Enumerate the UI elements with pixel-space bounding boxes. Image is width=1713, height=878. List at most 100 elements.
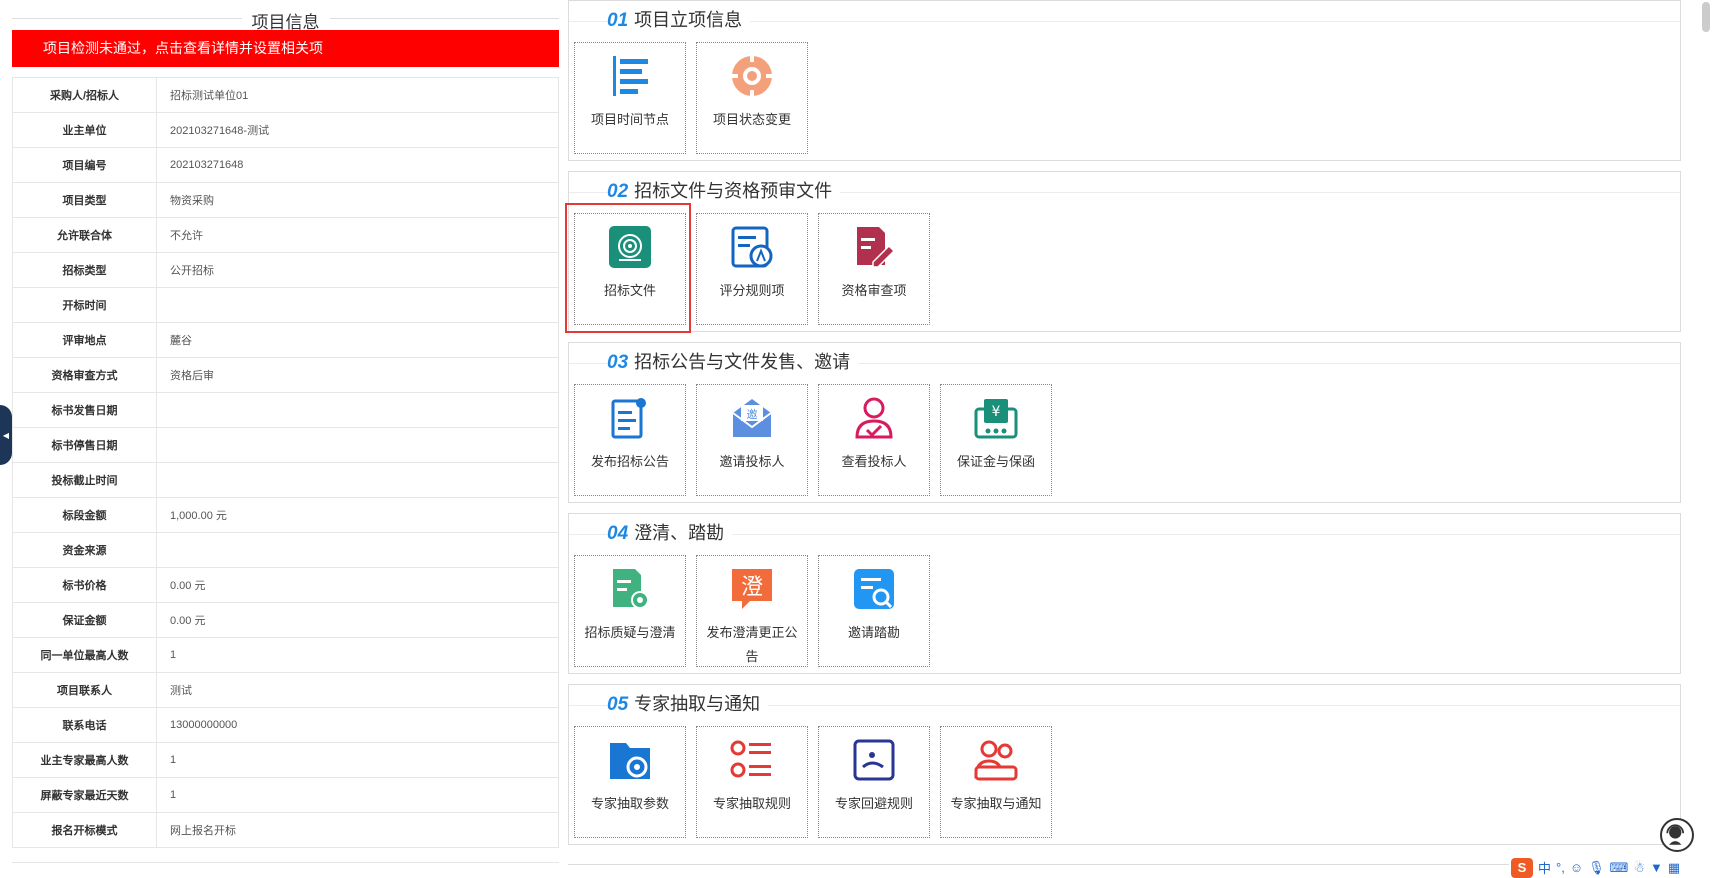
info-value: 麓谷 [156, 322, 559, 358]
publish-notice-icon [607, 395, 653, 441]
emoji-icon[interactable]: ☺ [1570, 860, 1583, 875]
avoid-rule-icon [851, 737, 897, 783]
tile-status-change[interactable]: 项目状态变更 [696, 42, 808, 154]
info-value [156, 287, 559, 323]
tile-doc-gear[interactable]: 招标质疑与澄清 [574, 555, 686, 667]
tile-label: 专家抽取参数 [590, 796, 669, 811]
section-number: 02 [607, 181, 629, 202]
tile-label: 专家抽取规则 [712, 796, 791, 811]
info-value: 公开招标 [156, 252, 559, 288]
info-key: 项目类型 [12, 182, 157, 218]
tile-invite-mail[interactable]: 邀 邀请投标人 [696, 384, 808, 496]
svg-text:澄: 澄 [741, 575, 763, 600]
tile-avoid-rule[interactable]: 专家回避规则 [818, 726, 930, 838]
section-title: 澄清、踏勘 [634, 523, 725, 543]
project-info-table: 采购人/招标人 招标测试单位01 业主单位 202103271648-测试 项目编号… [12, 77, 559, 848]
tile-experts-group[interactable]: 专家抽取与通知 [940, 726, 1052, 838]
clarify-chat-icon: 澄 [729, 566, 775, 612]
survey-search-icon [851, 566, 897, 612]
tile-scoring-rules[interactable]: 评分规则项 [696, 213, 808, 325]
selected-tile-highlight [565, 203, 691, 333]
ime-toolbar[interactable]: S 中 °, ☺ 🎙 ⌨ ☃ ▼ ▦ [1509, 857, 1713, 878]
info-row: 保证金额 0.00 元 [12, 602, 559, 638]
doc-gear-icon [607, 566, 653, 612]
grid-icon[interactable]: ▦ [1668, 860, 1680, 876]
bidder-user-icon [851, 395, 897, 441]
info-row: 联系电话 13000000000 [12, 707, 559, 743]
tile-publish-notice[interactable]: 发布招标公告 [574, 384, 686, 496]
tile-label: 项目时间节点 [590, 112, 669, 127]
info-key: 联系电话 [12, 707, 157, 743]
tile-label: 发布澄清更正公告 [706, 625, 798, 664]
tile-timeline[interactable]: 项目时间节点 [574, 42, 686, 154]
ime-punct[interactable]: °, [1556, 860, 1565, 875]
info-key: 评审地点 [12, 322, 157, 358]
section-header: 04 澄清、踏勘 [569, 514, 1680, 548]
page-root: ◀ 项目信息 项目检测未通过，点击查看详情并设置相关项 采购人/招标人 招标测试… [0, 0, 1713, 878]
section-header: 03 招标公告与文件发售、邀请 [569, 343, 1680, 377]
info-value: 1 [156, 637, 559, 673]
info-row: 投标截止时间 [12, 462, 559, 498]
info-row: 标书发售日期 [12, 392, 559, 428]
info-row: 标段金额 1,000.00 元 [12, 497, 559, 533]
info-key: 同一单位最高人数 [12, 637, 157, 673]
sogou-logo-icon: S [1511, 857, 1533, 878]
section-01: 01 项目立项信息 项目时间节点 项目状态变更 [568, 0, 1681, 161]
tile-clarify-chat[interactable]: 澄 发布澄清更正公告 [696, 555, 808, 667]
check-failed-alert[interactable]: 项目检测未通过，点击查看详情并设置相关项 [12, 30, 559, 67]
info-key: 项目联系人 [12, 672, 157, 708]
info-row: 招标类型 公开招标 [12, 252, 559, 288]
tile-survey-search[interactable]: 邀请踏勘 [818, 555, 930, 667]
info-value: 13000000000 [156, 707, 559, 743]
section-05: 05 专家抽取与通知 专家抽取参数 专家抽取规则 专家回避规则 专家抽取与通知 [568, 684, 1681, 845]
scrollbar[interactable] [1697, 0, 1713, 878]
tile-label: 资格审查项 [841, 283, 907, 298]
section-title: 项目立项信息 [634, 10, 743, 30]
section-number: 01 [607, 10, 629, 31]
invite-mail-icon: 邀 [729, 395, 775, 441]
info-key: 开标时间 [12, 287, 157, 323]
info-key: 允许联合体 [12, 217, 157, 253]
tile-label: 邀请踏勘 [847, 625, 900, 640]
svg-text:¥: ¥ [992, 404, 1001, 420]
collapse-panel-toggle[interactable]: ◀ [0, 405, 12, 465]
skin-icon[interactable]: ☃ [1633, 860, 1645, 876]
info-row: 项目编号 202103271648 [12, 147, 559, 183]
info-key: 业主专家最高人数 [12, 742, 157, 778]
info-row: 标书价格 0.00 元 [12, 567, 559, 603]
info-key: 保证金额 [12, 602, 157, 638]
tile-label: 专家抽取与通知 [950, 796, 1042, 811]
info-row: 业主专家最高人数 1 [12, 742, 559, 778]
section-number: 03 [607, 352, 629, 373]
tile-list-rules[interactable]: 专家抽取规则 [696, 726, 808, 838]
section-number: 04 [607, 523, 629, 544]
info-row: 评审地点 麓谷 [12, 322, 559, 358]
section-number: 05 [607, 694, 629, 715]
info-value [156, 392, 559, 428]
scoring-rules-icon [729, 224, 775, 270]
info-value: 网上报名开标 [156, 812, 559, 848]
panel-title-bar: 项目信息 [12, 8, 559, 33]
tile-deposit-yen[interactable]: ¥ 保证金与保函 [940, 384, 1052, 496]
online-service-button[interactable] [1660, 818, 1694, 852]
info-key: 标段金额 [12, 497, 157, 533]
tile-qualification-edit[interactable]: 资格审查项 [818, 213, 930, 325]
mic-icon[interactable]: 🎙 [1588, 860, 1605, 876]
list-rules-icon [729, 737, 775, 783]
info-key: 标书发售日期 [12, 392, 157, 428]
folder-gear-icon [607, 737, 653, 783]
tile-folder-gear[interactable]: 专家抽取参数 [574, 726, 686, 838]
info-value: 1 [156, 742, 559, 778]
tile-bidder-user[interactable]: 查看投标人 [818, 384, 930, 496]
ime-mode[interactable]: 中 [1538, 858, 1551, 877]
info-value: 1 [156, 777, 559, 813]
info-row: 允许联合体 不允许 [12, 217, 559, 253]
shirt-icon[interactable]: ▼ [1650, 860, 1663, 875]
info-row: 同一单位最高人数 1 [12, 637, 559, 673]
info-key: 标书停售日期 [12, 427, 157, 463]
keyboard-icon[interactable]: ⌨ [1610, 860, 1629, 876]
info-key: 项目编号 [12, 147, 157, 183]
info-value: 资格后审 [156, 357, 559, 393]
svg-text:邀: 邀 [747, 407, 758, 421]
section-header: 05 专家抽取与通知 [569, 685, 1680, 719]
